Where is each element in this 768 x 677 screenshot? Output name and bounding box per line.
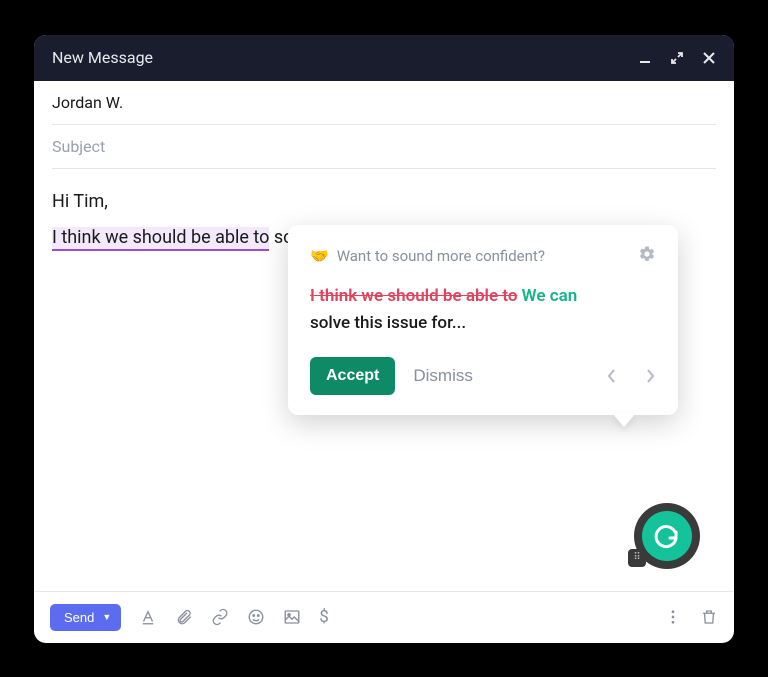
paperclip-icon[interactable]	[175, 608, 193, 626]
trash-icon[interactable]	[700, 608, 718, 626]
replacement-text: We can	[522, 286, 578, 306]
subject-field[interactable]: Subject	[52, 125, 716, 169]
text-format-icon[interactable]	[139, 608, 157, 626]
accept-button[interactable]: Accept	[310, 357, 395, 395]
header-fields: Jordan W. Subject	[34, 81, 734, 169]
grammarly-icon	[652, 521, 682, 551]
strike-text: I think we should be able to	[310, 286, 517, 306]
chevron-left-icon[interactable]	[606, 368, 618, 384]
minimize-icon[interactable]	[638, 51, 652, 65]
suggestion-actions: Accept Dismiss	[310, 357, 656, 395]
suggestion-prompt: Want to sound more confident?	[337, 247, 545, 265]
more-vert-icon[interactable]	[664, 608, 682, 626]
close-icon[interactable]	[702, 51, 716, 65]
dismiss-button[interactable]: Dismiss	[413, 366, 473, 386]
send-caret-icon: ▼	[102, 612, 111, 622]
link-icon[interactable]	[211, 608, 229, 626]
drag-handle-icon[interactable]	[628, 549, 646, 567]
titlebar: New Message	[34, 35, 734, 81]
to-field[interactable]: Jordan W.	[52, 81, 716, 125]
window-title: New Message	[52, 48, 638, 67]
chevron-right-icon[interactable]	[644, 368, 656, 384]
suggestion-card: 🤝 Want to sound more confident? I think …	[288, 225, 678, 415]
suggestion-header: 🤝 Want to sound more confident?	[310, 245, 656, 267]
greeting-line: Hi Tim,	[52, 187, 716, 218]
dollar-icon[interactable]: $	[319, 607, 329, 627]
send-button[interactable]: Send ▼	[50, 604, 121, 631]
send-label: Send	[64, 610, 94, 625]
grammarly-badge[interactable]	[634, 503, 700, 569]
suggestion-body: I think we should be able to We can solv…	[310, 283, 656, 337]
trailing-text: solve this issue for...	[310, 313, 466, 333]
highlighted-phrase[interactable]: I think we should be able to	[52, 227, 269, 251]
compose-window: New Message Jordan W. Subject Hi Tim, I …	[34, 35, 734, 643]
window-controls	[638, 51, 716, 65]
handshake-emoji: 🤝	[310, 247, 329, 265]
suggestion-nav	[606, 368, 656, 384]
image-icon[interactable]	[283, 608, 301, 626]
compose-toolbar: Send ▼ $	[34, 591, 734, 643]
emoji-icon[interactable]	[247, 608, 265, 626]
gear-icon[interactable]	[638, 245, 656, 267]
expand-icon[interactable]	[670, 51, 684, 65]
